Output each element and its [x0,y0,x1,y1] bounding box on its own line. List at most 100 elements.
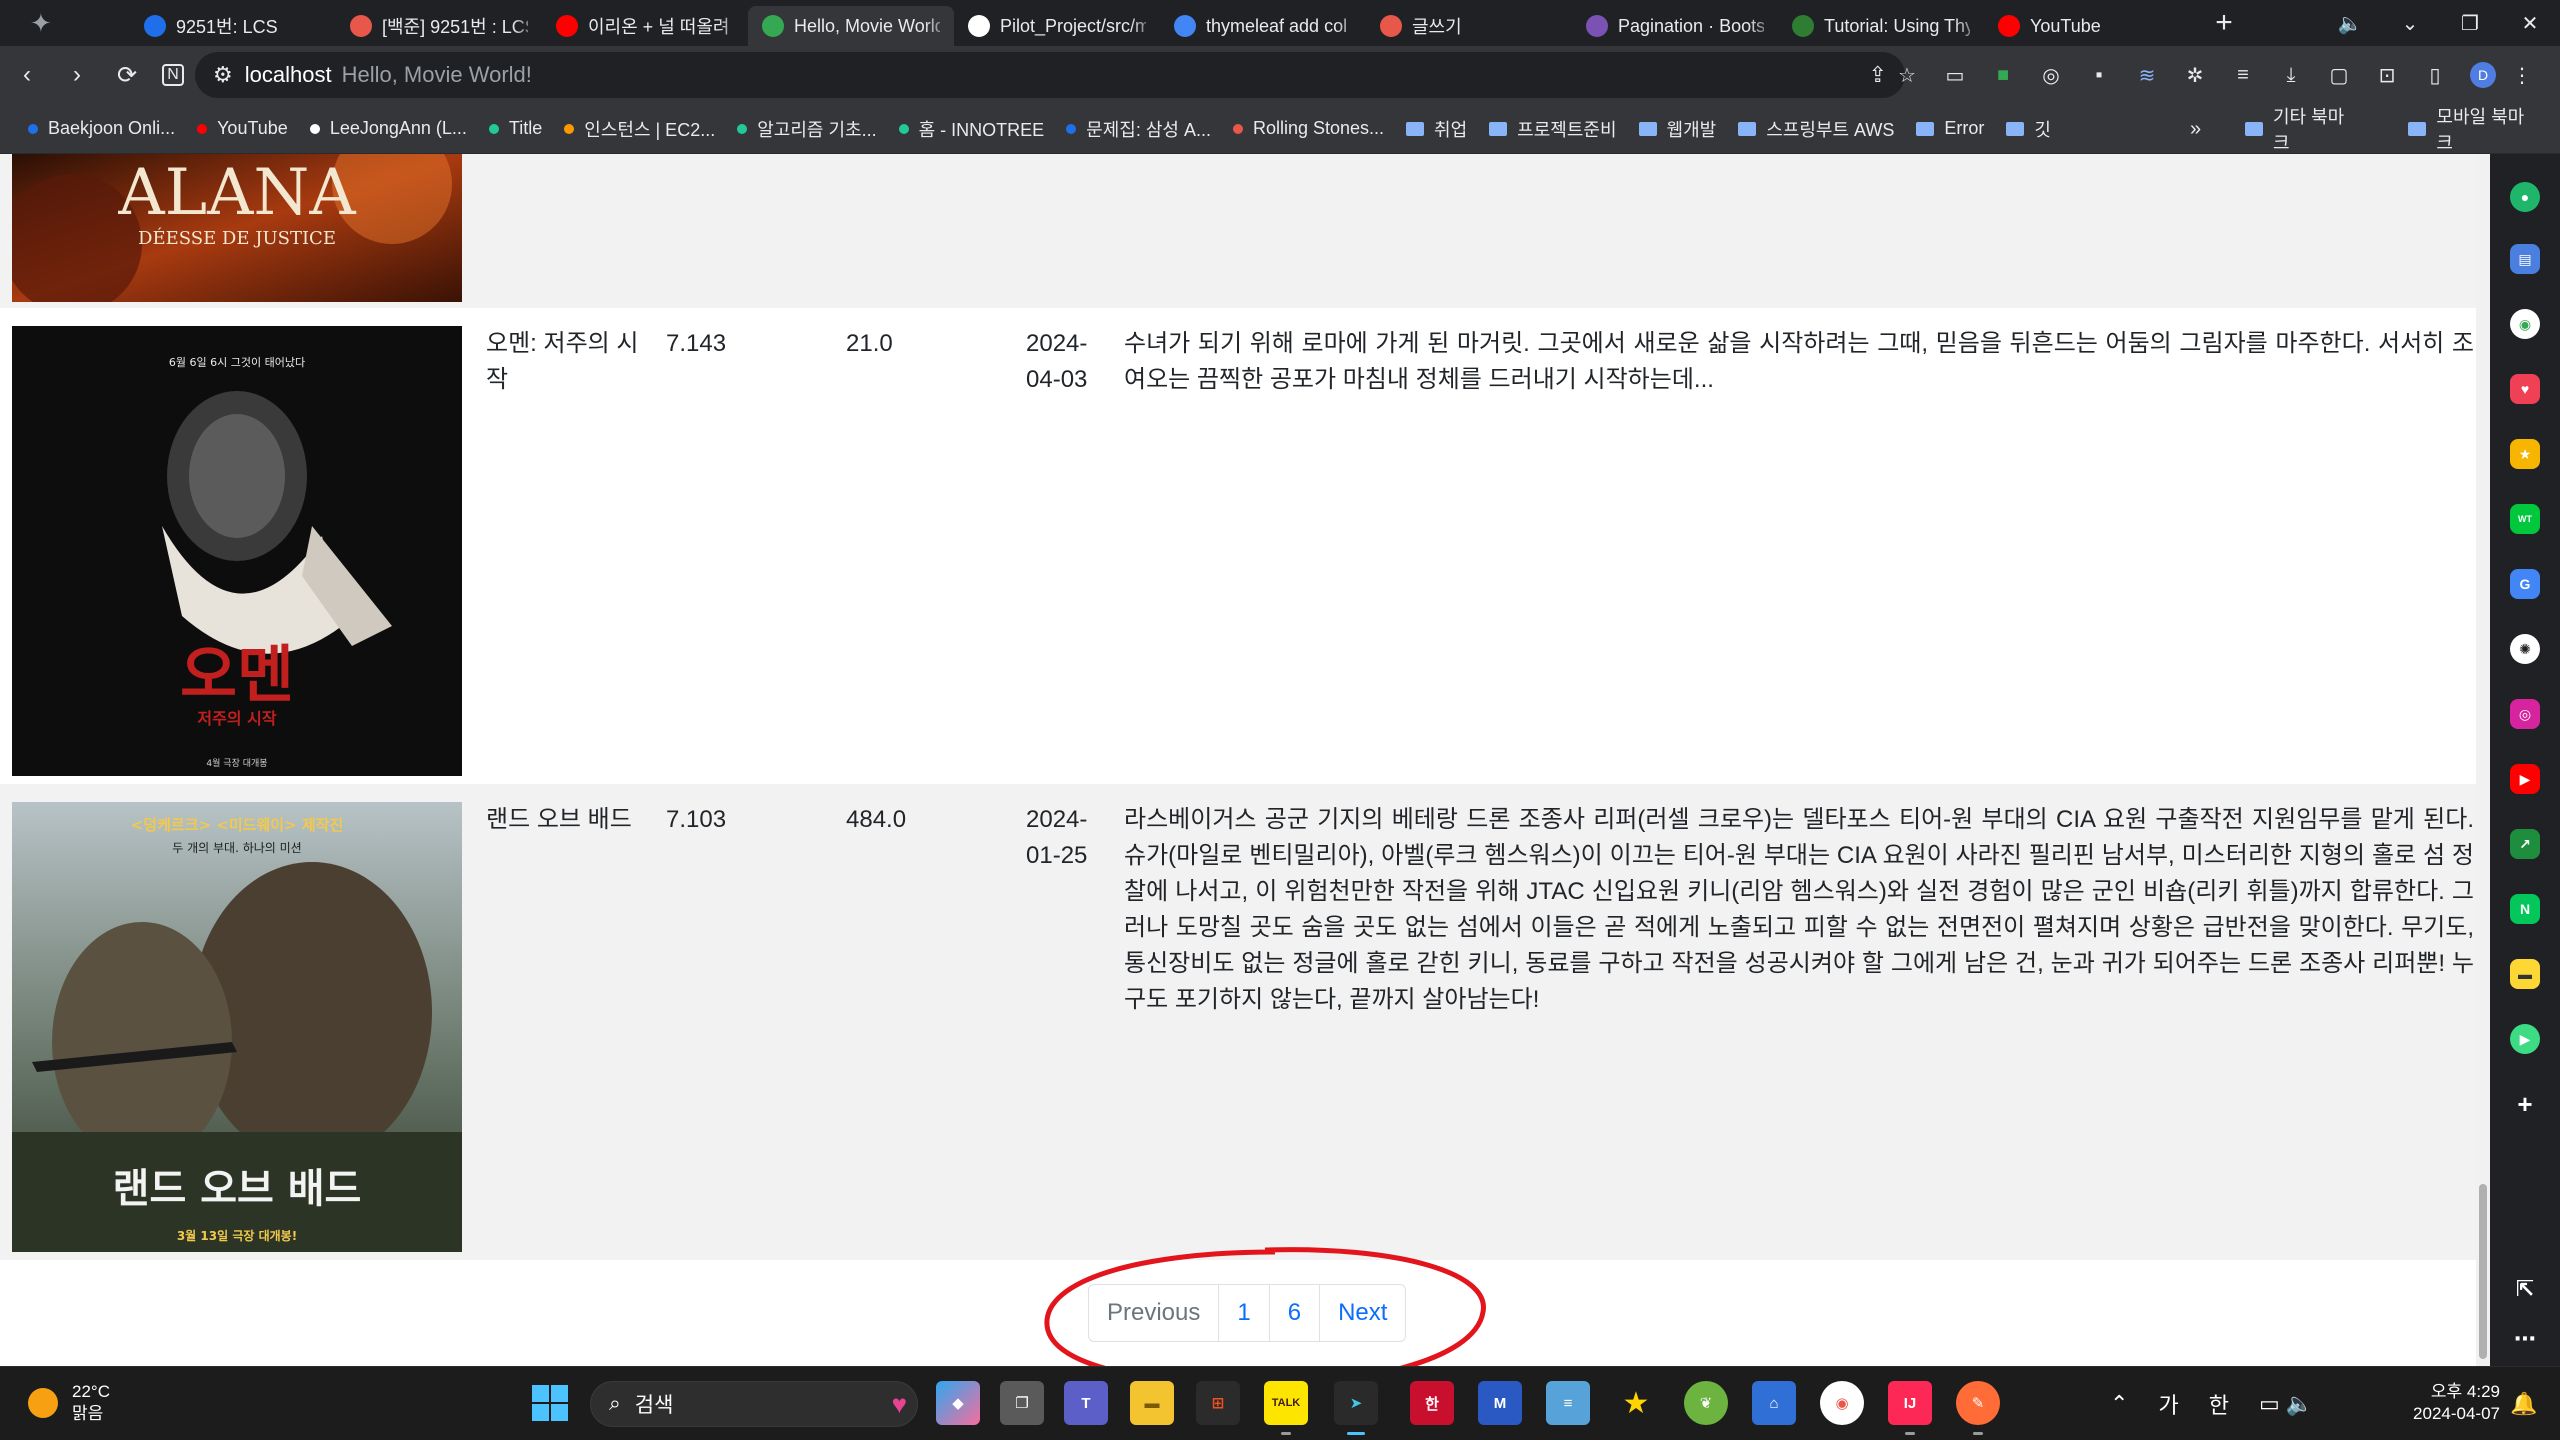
ime-lang-indicator[interactable]: 한 [2209,1388,2229,1420]
page-scrollbar[interactable] [2476,154,2490,1366]
download-icon[interactable]: ⤓ [2269,64,2313,87]
bookmark-item[interactable]: 알고리즘 기초... [737,116,877,142]
bookmark-folder[interactable]: 웹개발 [1638,116,1716,142]
task-view-icon[interactable]: ❐ [1000,1381,1044,1425]
reload-button[interactable]: ⟳ [104,52,150,98]
sidebar-green-circle-icon[interactable]: ● [2510,182,2540,212]
sidebar-chart-icon[interactable]: ↗ [2510,829,2540,859]
file-explorer-icon[interactable]: ▬ [1130,1381,1174,1425]
network-volume-icon[interactable]: ▭ 🔈 [2259,1391,2313,1417]
restore-window-button[interactable]: ❐ [2440,11,2500,36]
extensions-puzzle-icon[interactable]: ✲ [2173,63,2217,88]
kakaotalk-icon[interactable]: TALK [1264,1381,1308,1435]
browser-tab[interactable]: Pilot_Project/src/main [954,6,1160,46]
profile-avatar[interactable]: D [2470,62,2496,88]
sidebar-chrome-icon[interactable]: ◉ [2510,309,2540,339]
cast-icon[interactable]: ▭ [1933,63,1977,88]
bookmark-label: 홈 - INNOTREE [918,119,1045,140]
sidebar-star-icon[interactable]: ★ [2510,439,2540,469]
close-window-button[interactable]: ✕ [2500,11,2560,36]
hancom-icon[interactable]: 한 [1410,1381,1454,1425]
forward-button[interactable]: › [54,52,100,98]
extension-gray-icon[interactable]: ▪ [2077,64,2121,87]
screenshot-icon[interactable]: ▢ [2317,63,2361,88]
volume-icon[interactable]: 🔈 [2320,11,2380,36]
notion-like-icon[interactable]: M [1478,1381,1522,1425]
bookmarks-overflow-button[interactable]: » [2190,104,2201,154]
bookmark-label: Rolling Stones... [1252,118,1385,138]
sidebar-pocket-icon[interactable]: ♥ [2510,374,2540,404]
tray-overflow-chevron-icon[interactable]: ⌃ [2110,1391,2128,1417]
folder-icon [1489,121,1508,136]
teams-icon[interactable]: T [1064,1381,1108,1425]
bookmark-star-icon[interactable]: ☆ [1885,63,1929,88]
scrollbar-thumb[interactable] [2479,1184,2487,1359]
sidebar-note-icon[interactable]: ▬ [2510,959,2540,989]
sidebar-toggle-icon[interactable]: ▯ [2413,63,2457,88]
extension-green-icon[interactable]: ■ [1981,64,2025,87]
bookmark-folder[interactable]: Error [1916,118,1984,139]
camera-icon[interactable]: ⊡ [2365,63,2409,88]
sidebar-open-external-icon[interactable]: ⇱ [2510,1274,2540,1304]
postman-icon[interactable]: ✎ [1956,1381,2000,1435]
intellij-icon[interactable]: IJ [1888,1381,1932,1435]
sidebar-bag-icon[interactable]: ▤ [2510,244,2540,274]
chrome-canary-icon[interactable]: ◉ [1820,1381,1864,1425]
bookmark-folder-other[interactable]: 기타 북마크 [2245,103,2358,155]
browser-tab[interactable]: Hello, Movie World! [748,6,954,46]
new-tab-button[interactable]: + [2204,6,2244,40]
sidebar-add-icon[interactable]: + [2510,1089,2540,1119]
notepad-icon[interactable]: ≡ [1546,1381,1590,1425]
bookmark-item[interactable]: Baekjoon Onli... [28,118,175,139]
browser-tab[interactable]: YouTube [1984,6,2190,46]
sidebar-chatgpt-icon[interactable]: ✺ [2510,634,2540,664]
sidebar-more-icon[interactable]: ⋯ [2510,1324,2540,1354]
extension-n-icon[interactable]: N [162,64,184,86]
notification-bell-icon[interactable]: 🔔 [2510,1391,2537,1417]
browser-tab[interactable]: Tutorial: Using Thymeleaf [1778,6,1984,46]
start-button[interactable] [532,1385,568,1421]
extension-circle-icon[interactable]: ◎ [2029,63,2073,88]
taskbar-clock[interactable]: 오후 4:29 2024-04-07 [2400,1381,2500,1425]
whale-browser-icon[interactable]: ➤ [1334,1381,1378,1435]
address-bar[interactable]: ⚙ localhost Hello, Movie World! ⇪ [195,52,1905,98]
menu-more-icon[interactable]: ⋮ [2500,63,2544,88]
sidebar-play-icon[interactable]: ▶ [2510,1024,2540,1054]
bookmark-folder-mobile[interactable]: 모바일 북마크 [2408,103,2538,155]
sidebar-translate-icon[interactable]: G [2510,569,2540,599]
bookmark-folder[interactable]: 깃 [2006,116,2051,142]
sidebar-youtube-icon[interactable]: ▶ [2510,764,2540,794]
bookmark-item[interactable]: 홈 - INNOTREE [898,116,1045,142]
star-app-icon[interactable]: ★ [1614,1381,1658,1425]
extension-wave-icon[interactable]: ≋ [2125,63,2169,88]
bookmark-item[interactable]: YouTube [197,118,288,139]
browser-tab[interactable]: 이리온 + 널 떠올려 [542,6,748,46]
bookmark-folder[interactable]: 프로젝트준비 [1489,116,1617,142]
bookmark-folder[interactable]: 취업 [1406,116,1467,142]
site-info-icon[interactable]: ⚙ [213,62,233,88]
ms-store-icon[interactable]: ⊞ [1196,1381,1240,1425]
browser-tab[interactable]: 글쓰기 [1366,6,1572,46]
bookmark-item[interactable]: 문제집: 삼성 A... [1066,116,1211,142]
browser-tab[interactable]: 9251번: LCS [130,6,336,46]
bookmark-folder[interactable]: 스프링부트 AWS [1738,116,1894,142]
browser-tab[interactable]: thymeleaf add col [1160,6,1366,46]
network-app-icon[interactable]: ⌂ [1752,1381,1796,1425]
browser-tab[interactable]: Pagination · Bootstrap [1572,6,1778,46]
sidebar-webtoon-icon[interactable]: WT [2510,504,2540,534]
tab-search-chevron-icon[interactable]: ⌄ [2380,11,2440,36]
browser-tab[interactable]: [백준] 9251번 : LCS [336,6,542,46]
spring-icon[interactable]: ❦ [1684,1381,1728,1425]
bookmark-item[interactable]: Rolling Stones... [1232,118,1385,139]
bookmark-item[interactable]: 인스턴스 | EC2... [564,116,715,142]
bookmark-item[interactable]: Title [488,118,542,139]
weather-widget[interactable]: 22°C 맑음 [28,1381,110,1425]
ime-mode-indicator[interactable]: 가 [2158,1388,2178,1420]
bookmark-item[interactable]: LeeJongAnn (L... [309,118,467,139]
sidebar-instagram-icon[interactable]: ◎ [2510,699,2540,729]
copilot-icon[interactable]: ◆ [936,1381,980,1425]
taskbar-search[interactable]: ⌕ 검색 ♥ [590,1381,918,1427]
back-button[interactable]: ‹ [4,52,50,98]
sidebar-n-icon[interactable]: N [2510,894,2540,924]
reading-list-icon[interactable]: ≡ [2221,64,2265,87]
